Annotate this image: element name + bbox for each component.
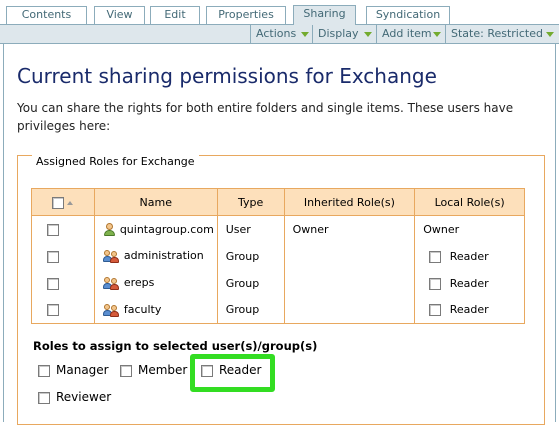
- tab-syndication[interactable]: Syndication: [366, 6, 450, 24]
- group-icon: [102, 276, 121, 290]
- state-menu[interactable]: State: Restricted: [445, 25, 559, 43]
- role-label-reviewer: Reviewer: [56, 390, 112, 404]
- chevron-down-icon: [433, 32, 441, 37]
- row-select-cell: [31, 269, 95, 297]
- local-role-label: Reader: [449, 276, 489, 290]
- role-option-member[interactable]: Member: [120, 363, 187, 377]
- column-header-type: Type: [216, 188, 285, 216]
- type-cell: Group: [216, 242, 285, 270]
- page-title: Current sharing permissions for Exchange: [17, 64, 437, 88]
- row-checkbox[interactable]: [47, 304, 59, 317]
- tab-view[interactable]: View: [94, 6, 145, 24]
- local-role-checkbox[interactable]: [429, 250, 442, 263]
- table-row: ereps Group Reader: [31, 269, 525, 297]
- name-cell: administration: [93, 242, 218, 270]
- column-header-inherited: Inherited Role(s): [283, 188, 416, 216]
- row-checkbox[interactable]: [47, 277, 59, 290]
- fieldset-legend: Assigned Roles for Exchange: [32, 155, 199, 168]
- group-icon: [102, 249, 121, 263]
- table-row: administration Group Reader: [31, 242, 525, 270]
- local-cell: Reader: [414, 296, 525, 324]
- column-header-name: Name: [93, 188, 218, 216]
- local-role-label: Reader: [449, 249, 489, 263]
- local-cell: Owner: [414, 215, 525, 243]
- role-label-member: Member: [138, 363, 188, 377]
- role-option-reviewer[interactable]: Reviewer: [38, 390, 111, 404]
- add-item-menu-label: Add item: [382, 27, 432, 40]
- local-role-label: Reader: [449, 303, 489, 317]
- tab-contents[interactable]: Contents: [6, 6, 87, 24]
- chevron-down-icon: [364, 32, 372, 37]
- principal-name: faculty: [123, 303, 162, 316]
- tab-bar: Contents View Edit Properties Sharing Sy…: [0, 0, 559, 25]
- chevron-down-icon: [546, 32, 554, 37]
- type-cell: Group: [216, 269, 285, 297]
- select-all-checkbox[interactable]: [52, 196, 65, 209]
- add-item-menu[interactable]: Add item: [376, 25, 445, 43]
- group-icon: [102, 303, 121, 317]
- principal-name: ereps: [123, 276, 155, 290]
- tab-properties[interactable]: Properties: [206, 6, 286, 24]
- select-all-header: [31, 188, 95, 216]
- inherited-cell: [283, 242, 416, 270]
- highlight-box: [190, 354, 275, 392]
- table-row: faculty Group Reader: [31, 296, 525, 324]
- tab-edit[interactable]: Edit: [150, 6, 200, 24]
- local-cell: Reader: [414, 242, 525, 270]
- name-cell: faculty: [93, 296, 218, 324]
- role-checkbox-manager[interactable]: [38, 364, 50, 377]
- inherited-cell: Owner: [283, 215, 416, 243]
- display-menu-label: Display: [318, 27, 359, 40]
- row-checkbox[interactable]: [47, 250, 59, 263]
- tab-sharing[interactable]: Sharing: [293, 5, 356, 25]
- local-role-checkbox[interactable]: [429, 277, 442, 290]
- local-cell: Reader: [414, 269, 525, 297]
- role-label-manager: Manager: [56, 363, 109, 377]
- sort-arrow-icon[interactable]: [67, 200, 74, 205]
- name-cell: ereps: [93, 269, 218, 297]
- content-actions-bar: Actions Display Add item State: Restrict…: [0, 24, 559, 44]
- page-description: You can share the rights for both entire…: [17, 101, 514, 133]
- user-icon: [103, 223, 117, 236]
- type-cell: Group: [216, 296, 285, 324]
- roles-table: Name Type Inherited Role(s) Local Role(s…: [31, 188, 525, 324]
- column-header-local: Local Role(s): [414, 188, 525, 216]
- inherited-cell: [283, 269, 416, 297]
- row-select-cell: [31, 215, 95, 243]
- principal-name: administration: [123, 249, 204, 263]
- state-menu-label: State: Restricted: [451, 27, 543, 40]
- inherited-cell: [283, 296, 416, 324]
- row-select-cell: [31, 242, 95, 270]
- table-header-row: Name Type Inherited Role(s) Local Role(s…: [31, 188, 525, 216]
- local-role-checkbox[interactable]: [429, 304, 442, 317]
- role-option-manager[interactable]: Manager: [38, 363, 109, 377]
- row-select-cell: [31, 296, 95, 324]
- table-row: quintagroup.com User Owner Owner: [31, 215, 525, 243]
- role-checkbox-reviewer[interactable]: [38, 391, 50, 404]
- type-cell: User: [216, 215, 285, 243]
- role-checkbox-member[interactable]: [120, 364, 132, 377]
- row-checkbox[interactable]: [47, 223, 59, 236]
- chevron-down-icon: [301, 32, 309, 37]
- assign-roles-heading: Roles to assign to selected user(s)/grou…: [33, 339, 318, 353]
- name-cell: quintagroup.com: [93, 215, 218, 243]
- actions-menu[interactable]: Actions: [250, 25, 312, 43]
- principal-name: quintagroup.com: [119, 222, 214, 236]
- display-menu[interactable]: Display: [312, 25, 376, 43]
- actions-menu-label: Actions: [256, 27, 297, 40]
